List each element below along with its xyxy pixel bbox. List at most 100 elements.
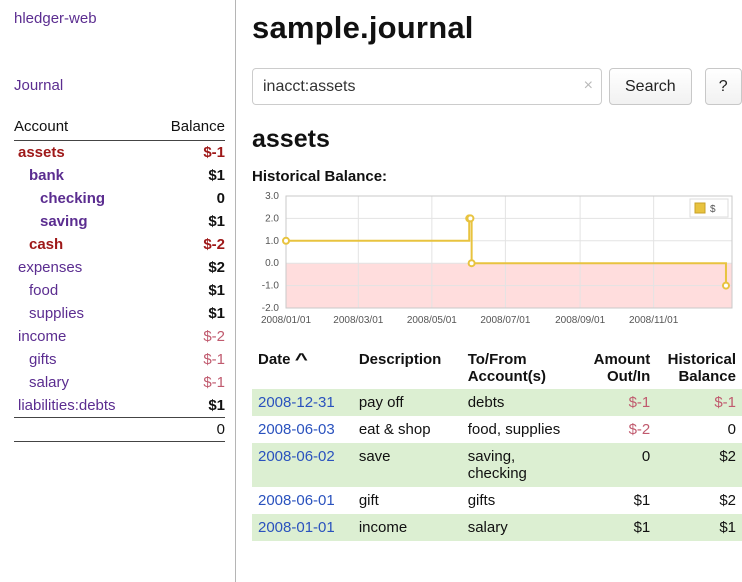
search-input-wrap: × — [252, 68, 602, 105]
account-row: liabilities:debts$1 — [14, 394, 225, 418]
account-link[interactable]: cash — [29, 236, 63, 253]
legend-swatch-icon — [695, 203, 705, 213]
x-tick-label: 2008/09/01 — [555, 315, 605, 326]
account-link[interactable]: checking — [40, 190, 105, 207]
transaction-date-link[interactable]: 2008-06-02 — [258, 448, 335, 465]
register-header-date-label: Date — [258, 351, 291, 368]
transaction-row: 2008-12-31pay offdebts$-1$-1 — [252, 389, 742, 416]
transaction-balance: $-1 — [656, 389, 742, 416]
transaction-accounts: gifts — [462, 487, 581, 514]
transaction-amount: $1 — [581, 487, 657, 514]
transaction-accounts: food, supplies — [462, 416, 581, 443]
account-balance: $1 — [152, 210, 225, 233]
search-form: × Search ? — [252, 68, 742, 105]
accounts-total-balance: 0 — [14, 418, 225, 442]
y-tick-label: 2.0 — [265, 213, 279, 224]
account-link[interactable]: expenses — [18, 259, 82, 276]
account-balance: $2 — [152, 256, 225, 279]
account-row: saving $1 — [14, 210, 225, 233]
account-link[interactable]: liabilities:debts — [18, 397, 116, 414]
transaction-date-cell: 2008-06-02 — [252, 443, 353, 487]
historical-balance-chart: 3.02.01.00.0-1.0-2.02008/01/012008/03/01… — [252, 190, 742, 339]
transaction-date-link[interactable]: 2008-12-31 — [258, 394, 335, 411]
transaction-date-link[interactable]: 2008-06-03 — [258, 421, 335, 438]
accounts-header-balance: Balance — [152, 116, 225, 141]
app-window: hledger-web Journal Account Balance asse… — [0, 0, 742, 582]
transaction-date-cell: 2008-06-01 — [252, 487, 353, 514]
x-tick-label: 2008/05/01 — [407, 315, 457, 326]
account-row: supplies $1 — [14, 302, 225, 325]
account-row: food $1 — [14, 279, 225, 302]
chart-svg: 3.02.01.00.0-1.0-2.02008/01/012008/03/01… — [252, 190, 740, 334]
chart-legend: $ — [690, 199, 728, 217]
transaction-description: eat & shop — [353, 416, 462, 443]
account-balance: $1 — [152, 279, 225, 302]
account-link[interactable]: supplies — [29, 305, 84, 322]
transaction-balance: $2 — [656, 487, 742, 514]
account-link[interactable]: saving — [40, 213, 88, 230]
account-link[interactable]: gifts — [29, 351, 57, 368]
account-row: income$-2 — [14, 325, 225, 348]
y-tick-label: -1.0 — [262, 281, 280, 292]
data-point-marker — [283, 238, 289, 244]
account-link[interactable]: bank — [29, 167, 64, 184]
register-header-row: Date^ Description To/From Account(s) Amo… — [252, 347, 742, 389]
y-tick-label: 0.0 — [265, 258, 279, 269]
account-balance: $1 — [152, 164, 225, 187]
account-row: gifts $-1 — [14, 348, 225, 371]
clear-search-icon[interactable]: × — [584, 76, 593, 96]
accounts-header-account: Account — [14, 116, 152, 141]
x-tick-label: 2008/11/01 — [629, 315, 679, 326]
transaction-row: 2008-06-03eat & shopfood, supplies$-20 — [252, 416, 742, 443]
accounts-table: Account Balance assets $-1 bank $1 checking 0… — [14, 116, 225, 442]
transaction-accounts: debts — [462, 389, 581, 416]
chart-title: Historical Balance: — [252, 168, 742, 185]
transaction-amount: $1 — [581, 514, 657, 541]
account-row: checking 0 — [14, 187, 225, 210]
transaction-date-cell: 2008-01-01 — [252, 514, 353, 541]
transaction-amount: 0 — [581, 443, 657, 487]
account-row: cash $-2 — [14, 233, 225, 256]
account-balance: $-1 — [152, 348, 225, 371]
account-balance: $-1 — [152, 371, 225, 394]
x-tick-label: 2008/07/01 — [480, 315, 530, 326]
account-balance: $1 — [152, 302, 225, 325]
account-row: assets $-1 — [14, 141, 225, 165]
register-header-description: Description — [353, 347, 462, 389]
sidebar: hledger-web Journal Account Balance asse… — [0, 0, 236, 582]
accounts-header-row: Account Balance — [14, 116, 225, 141]
search-button[interactable]: Search — [609, 68, 692, 105]
transaction-description: gift — [353, 487, 462, 514]
account-balance: 0 — [152, 187, 225, 210]
transaction-date-link[interactable]: 2008-06-01 — [258, 492, 335, 509]
help-button[interactable]: ? — [705, 68, 742, 105]
account-link[interactable]: salary — [29, 374, 69, 391]
account-link[interactable]: food — [29, 282, 58, 299]
transaction-date-link[interactable]: 2008-01-01 — [258, 519, 335, 536]
search-input[interactable] — [252, 68, 602, 105]
account-heading: assets — [252, 125, 742, 154]
y-tick-label: -2.0 — [262, 303, 280, 314]
account-row: bank $1 — [14, 164, 225, 187]
transaction-balance: $2 — [656, 443, 742, 487]
transaction-accounts: salary — [462, 514, 581, 541]
transaction-description: income — [353, 514, 462, 541]
transaction-amount: $-1 — [581, 389, 657, 416]
data-point-marker — [467, 215, 473, 221]
account-link[interactable]: income — [18, 328, 66, 345]
transaction-balance: $1 — [656, 514, 742, 541]
transaction-row: 2008-01-01incomesalary$1$1 — [252, 514, 742, 541]
account-link[interactable]: assets — [18, 144, 65, 161]
app-title-link[interactable]: hledger-web — [14, 10, 225, 27]
transaction-date-cell: 2008-06-03 — [252, 416, 353, 443]
sort-ascending-icon: ^ — [294, 350, 307, 369]
transaction-description: save — [353, 443, 462, 487]
register-header-accounts: To/From Account(s) — [462, 347, 581, 389]
page-title: sample.journal — [252, 10, 742, 46]
register-header-date[interactable]: Date^ — [252, 347, 353, 389]
account-balance: $-1 — [152, 141, 225, 165]
journal-link[interactable]: Journal — [14, 77, 225, 94]
main-content: sample.journal × Search ? assets Histori… — [236, 0, 742, 582]
transaction-accounts: saving, checking — [462, 443, 581, 487]
account-balance: $-2 — [152, 233, 225, 256]
